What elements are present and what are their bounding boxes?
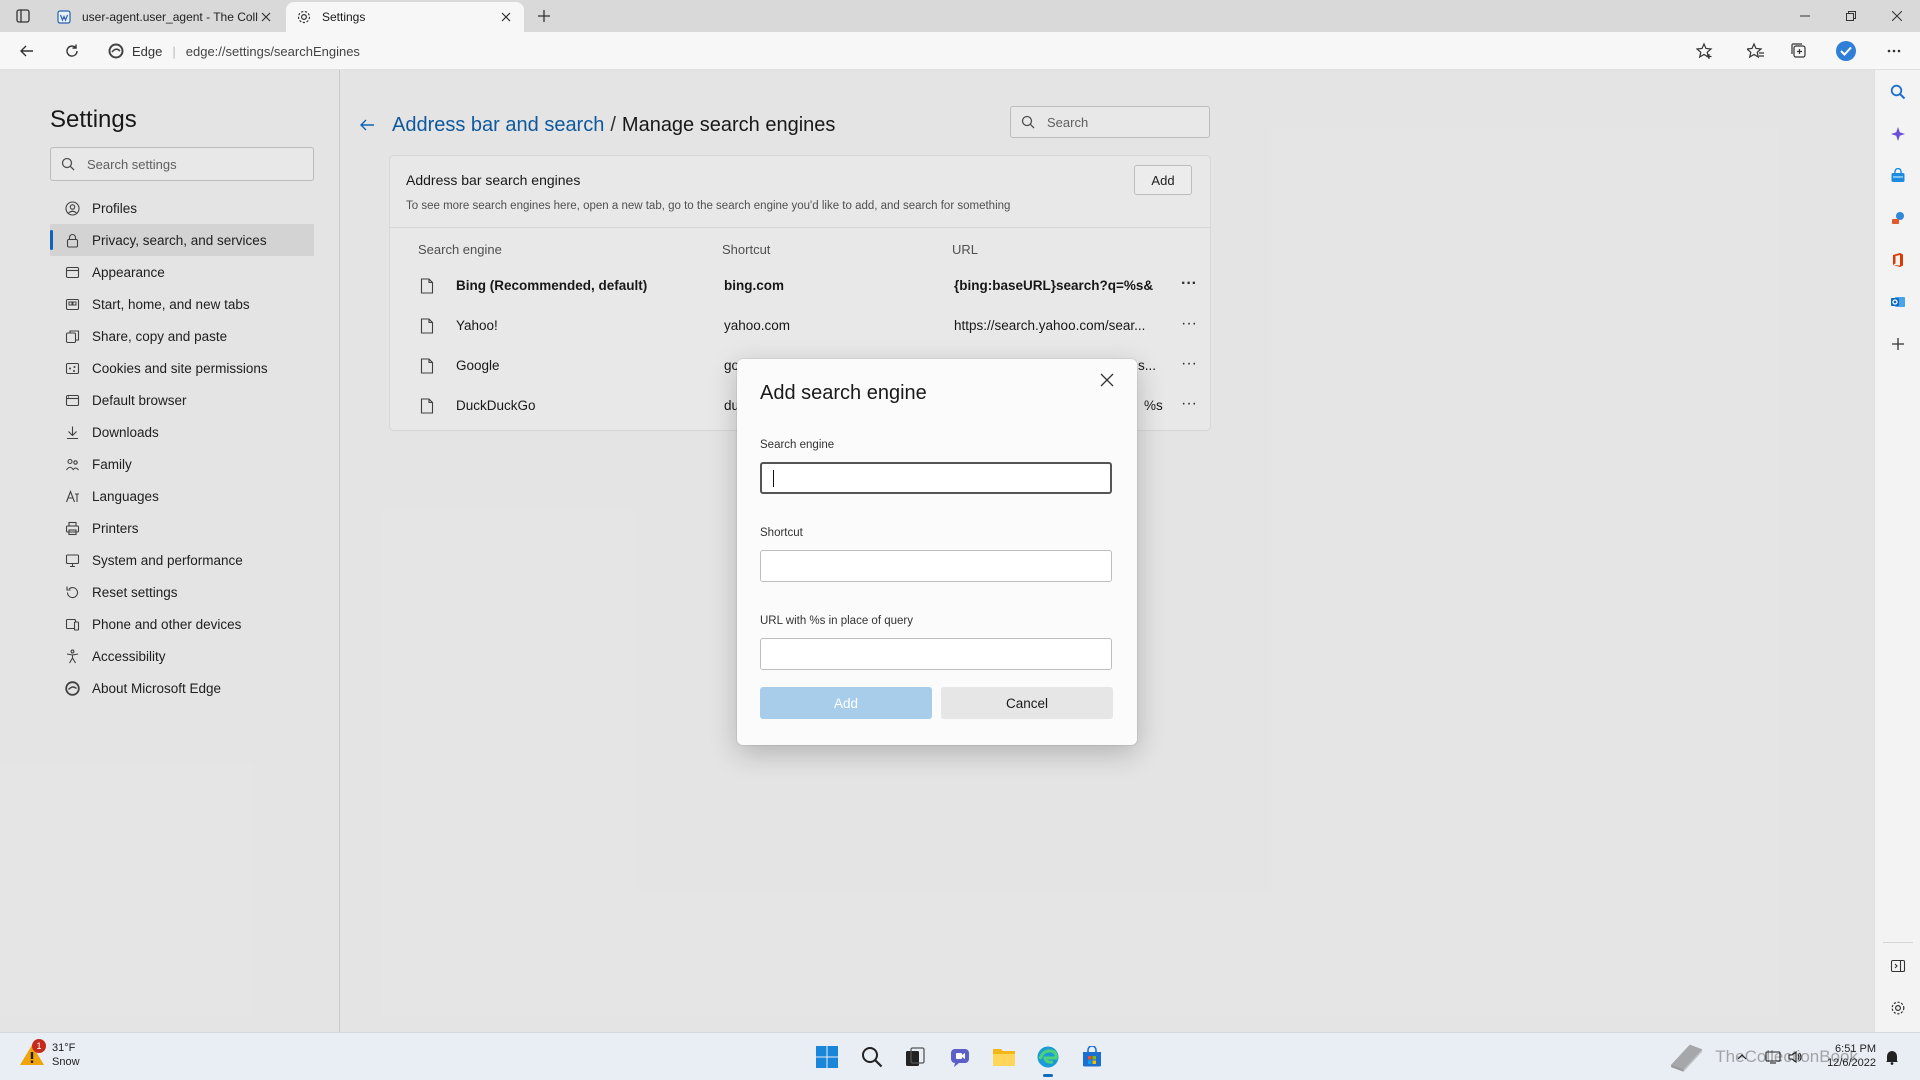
cancel-button[interactable]: Cancel	[941, 687, 1113, 719]
shortcut-field[interactable]	[760, 550, 1112, 582]
url-field[interactable]	[760, 638, 1112, 670]
office-icon[interactable]	[1886, 248, 1910, 272]
weather-temp: 31°F	[52, 1042, 76, 1054]
weather-condition: Snow	[52, 1056, 80, 1068]
title-bar: user-agent.user_agent - The Coll Setting…	[0, 0, 1920, 32]
profile-avatar[interactable]	[1833, 39, 1859, 63]
minimize-button[interactable]	[1782, 0, 1828, 32]
weather-widget[interactable]: 1 31°F Snow	[18, 1039, 80, 1069]
shortcut-input[interactable]	[761, 551, 1111, 581]
taskbar-clock[interactable]: 6:51 PM 12/6/2022	[1812, 1042, 1876, 1070]
close-icon[interactable]	[258, 9, 274, 25]
sidebar-divider	[1883, 942, 1913, 943]
url-label: URL with %s in place of query	[760, 615, 913, 627]
navigation-bar: Edge | edge://settings/searchEngines	[0, 32, 1920, 70]
add-search-engine-dialog: Add search engine Search engine Shortcut…	[737, 359, 1137, 745]
hide-sidebar-icon[interactable]	[1886, 954, 1910, 978]
clock-time: 6:51 PM	[1835, 1043, 1876, 1055]
volume-icon[interactable]	[1784, 1050, 1806, 1064]
close-window-button[interactable]	[1874, 0, 1920, 32]
chevron-up-icon[interactable]	[1734, 1053, 1750, 1061]
new-tab-button[interactable]	[532, 5, 556, 27]
address-bar[interactable]: Edge | edge://settings/searchEngines	[108, 36, 1722, 66]
search-icon[interactable]	[858, 1043, 886, 1071]
file-explorer-icon[interactable]	[990, 1043, 1018, 1071]
add-icon[interactable]	[1886, 332, 1910, 356]
clock-date: 12/6/2022	[1827, 1057, 1876, 1069]
tab-label: Settings	[322, 10, 366, 24]
edge-logo-icon	[108, 43, 124, 59]
search-icon[interactable]	[1886, 80, 1910, 104]
store-icon[interactable]	[1078, 1043, 1106, 1071]
sidebar-settings-icon[interactable]	[1886, 996, 1910, 1020]
site-label: Edge	[132, 43, 163, 59]
system-tray	[1734, 1043, 1806, 1071]
close-icon[interactable]	[1095, 368, 1119, 392]
refresh-button[interactable]	[59, 39, 85, 63]
favorites-icon[interactable]	[1743, 39, 1769, 63]
search-engine-label: Search engine	[760, 439, 835, 451]
add-button[interactable]: Add	[760, 687, 932, 719]
add-favorite-icon[interactable]	[1692, 39, 1718, 63]
discover-icon[interactable]	[1886, 122, 1910, 146]
weather-snow-icon: 1	[18, 1039, 46, 1069]
restore-button[interactable]	[1828, 0, 1874, 32]
gear-icon	[296, 9, 312, 25]
back-button[interactable]	[14, 39, 40, 63]
url-text: edge://settings/searchEngines	[185, 43, 360, 59]
collections-icon[interactable]	[1786, 39, 1812, 63]
network-icon[interactable]	[1762, 1050, 1784, 1064]
search-engine-input[interactable]	[762, 464, 1110, 492]
tools-icon[interactable]	[1886, 206, 1910, 230]
taskbar: 1 31°F Snow TheCollectionBook 6:51 PM 12…	[0, 1032, 1920, 1080]
shortcut-label: Shortcut	[760, 527, 803, 539]
tab-actions-icon[interactable]	[12, 6, 34, 26]
edge-taskbar-icon[interactable]	[1034, 1043, 1062, 1077]
page-icon	[56, 9, 72, 25]
task-view-icon[interactable]	[901, 1043, 929, 1071]
text-caret	[773, 470, 774, 487]
start-icon[interactable]	[813, 1043, 841, 1071]
close-icon[interactable]	[498, 9, 514, 25]
chat-icon[interactable]	[946, 1043, 974, 1071]
more-options-icon[interactable]	[1881, 39, 1907, 63]
url-input[interactable]	[761, 639, 1111, 669]
tab-label: user-agent.user_agent - The Coll	[82, 10, 258, 24]
address-separator: |	[172, 43, 176, 59]
edge-sidebar	[1874, 70, 1920, 1032]
tab-settings[interactable]: Settings	[286, 2, 524, 32]
book-icon	[1671, 1044, 1703, 1072]
search-engine-field[interactable]	[760, 462, 1112, 494]
notification-icon[interactable]	[1882, 1043, 1902, 1071]
dialog-title: Add search engine	[760, 382, 927, 404]
notification-badge: 1	[32, 1039, 46, 1053]
weather-text: 31°F Snow	[52, 1041, 80, 1069]
outlook-icon[interactable]	[1886, 290, 1910, 314]
tab-user-agent[interactable]: user-agent.user_agent - The Coll	[46, 2, 284, 32]
shopping-icon[interactable]	[1886, 164, 1910, 188]
